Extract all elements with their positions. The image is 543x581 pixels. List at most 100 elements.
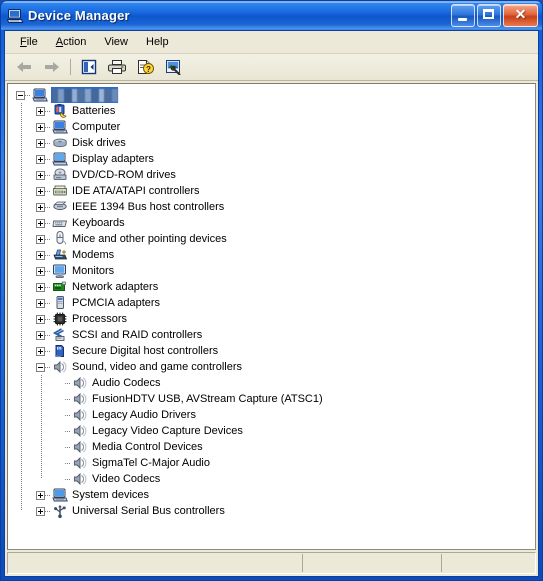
collapse-box-icon[interactable] (16, 90, 25, 100)
expand-box-icon[interactable] (36, 330, 45, 340)
expand-box-icon[interactable] (36, 298, 45, 308)
tree-item[interactable]: IDE ATA/ATAPI controllers (16, 183, 535, 199)
tree-item[interactable]: Mice and other pointing devices (16, 231, 535, 247)
battery-icon (52, 103, 68, 119)
tree-item-label: PCMCIA adapters (72, 297, 161, 309)
redacted-computer-name (52, 88, 118, 102)
tree-item[interactable]: IEEE 1394 Bus host controllers (16, 199, 535, 215)
sound-icon (52, 359, 68, 375)
tree-guide-line (21, 167, 22, 183)
expand-box-icon[interactable] (36, 218, 45, 228)
tree-guide-line (41, 455, 42, 471)
tree-item[interactable]: Media Control Devices (16, 439, 535, 455)
display-icon (52, 151, 68, 167)
expand-box-icon[interactable] (36, 282, 45, 292)
expand-box-icon[interactable] (36, 186, 45, 196)
expand-box-icon[interactable] (36, 266, 45, 276)
tree-guide-line (21, 247, 22, 263)
tree-item-label: Media Control Devices (92, 441, 203, 453)
expand-box-icon[interactable] (36, 138, 45, 148)
expand-box-icon[interactable] (36, 506, 45, 516)
device-tree: Batteries Computer Disk drives Display a… (8, 84, 535, 549)
tree-item[interactable]: PCMCIA adapters (16, 295, 535, 311)
tree-item[interactable]: Modems (16, 247, 535, 263)
svg-text:?: ? (146, 65, 151, 74)
tree-item[interactable] (16, 87, 535, 103)
expand-box-icon[interactable] (36, 122, 45, 132)
tree-indent (16, 439, 56, 455)
properties-help-icon[interactable]: ? (132, 55, 158, 79)
tree-item[interactable]: Universal Serial Bus controllers (16, 503, 535, 519)
tree-item[interactable]: Display adapters (16, 151, 535, 167)
expand-box-icon[interactable] (36, 346, 45, 356)
expand-box-icon[interactable] (36, 250, 45, 260)
tree-item-label: Batteries (72, 105, 116, 117)
tree-item[interactable]: Processors (16, 311, 535, 327)
status-pane-1 (8, 554, 303, 572)
tree-item[interactable]: Batteries (16, 103, 535, 119)
menu-view[interactable]: View (95, 33, 137, 51)
menu-action[interactable]: Action (47, 33, 96, 51)
tree-guide-line (21, 231, 22, 247)
minimize-button[interactable] (451, 4, 475, 27)
tree-guide-line (21, 359, 22, 375)
tree-item[interactable]: SCSI and RAID controllers (16, 327, 535, 343)
scan-for-hardware-changes-icon[interactable] (160, 55, 186, 79)
print-icon[interactable] (104, 55, 130, 79)
tree-connector-line (45, 494, 51, 496)
collapse-box-icon[interactable] (36, 362, 45, 372)
tree-indent (16, 471, 56, 487)
tree-item[interactable]: Secure Digital host controllers (16, 343, 535, 359)
title-bar[interactable]: Device Manager ✕ (1, 1, 542, 30)
tree-indent (16, 119, 36, 135)
show-hide-console-tree-icon[interactable] (76, 55, 102, 79)
tree-indent (16, 503, 36, 519)
forward-arrow-icon[interactable] (39, 55, 65, 79)
maximize-button[interactable] (477, 4, 501, 27)
tree-guide-line (21, 295, 22, 311)
expand-box-icon[interactable] (36, 106, 45, 116)
tree-item[interactable]: FusionHDTV USB, AVStream Capture (ATSC1) (16, 391, 535, 407)
tree-item[interactable]: Computer (16, 119, 535, 135)
tree-guide-line (21, 423, 22, 439)
menu-help[interactable]: Help (137, 33, 178, 51)
tree-connector-line (45, 222, 51, 224)
tree-item-label: FusionHDTV USB, AVStream Capture (ATSC1) (92, 393, 323, 405)
expand-box-icon[interactable] (36, 170, 45, 180)
expand-box-icon[interactable] (36, 202, 45, 212)
close-button[interactable]: ✕ (503, 4, 538, 27)
tree-guide-line (21, 471, 22, 487)
tree-indent (16, 423, 56, 439)
sound-icon (72, 471, 88, 487)
expand-box-icon[interactable] (36, 314, 45, 324)
device-tree-panel[interactable]: Batteries Computer Disk drives Display a… (7, 83, 536, 550)
tree-item-label: Computer (72, 121, 121, 133)
expand-box-icon[interactable] (36, 234, 45, 244)
tree-item[interactable]: Sound, video and game controllers (16, 359, 535, 375)
back-arrow-icon[interactable] (11, 55, 37, 79)
tree-item[interactable]: Monitors (16, 263, 535, 279)
tree-item[interactable]: Video Codecs (16, 471, 535, 487)
tree-item[interactable]: Disk drives (16, 135, 535, 151)
tree-item[interactable]: DVD/CD-ROM drives (16, 167, 535, 183)
toolbar-separator (67, 57, 74, 77)
tree-item[interactable]: Keyboards (16, 215, 535, 231)
tree-connector-line (45, 238, 51, 240)
tree-item[interactable]: SigmaTel C-Major Audio (16, 455, 535, 471)
tree-indent (16, 359, 36, 375)
tree-guide-line (21, 455, 22, 471)
tree-item[interactable]: Audio Codecs (16, 375, 535, 391)
tree-item[interactable]: Legacy Audio Drivers (16, 407, 535, 423)
tree-item[interactable]: Network adapters (16, 279, 535, 295)
expand-box-icon[interactable] (36, 490, 45, 500)
sound-icon (72, 439, 88, 455)
menu-file[interactable]: File (11, 33, 47, 51)
expand-box-icon[interactable] (36, 154, 45, 164)
tree-item[interactable]: System devices (16, 487, 535, 503)
tree-indent (16, 279, 36, 295)
tree-item-label: Disk drives (72, 137, 126, 149)
tree-item[interactable]: Legacy Video Capture Devices (16, 423, 535, 439)
